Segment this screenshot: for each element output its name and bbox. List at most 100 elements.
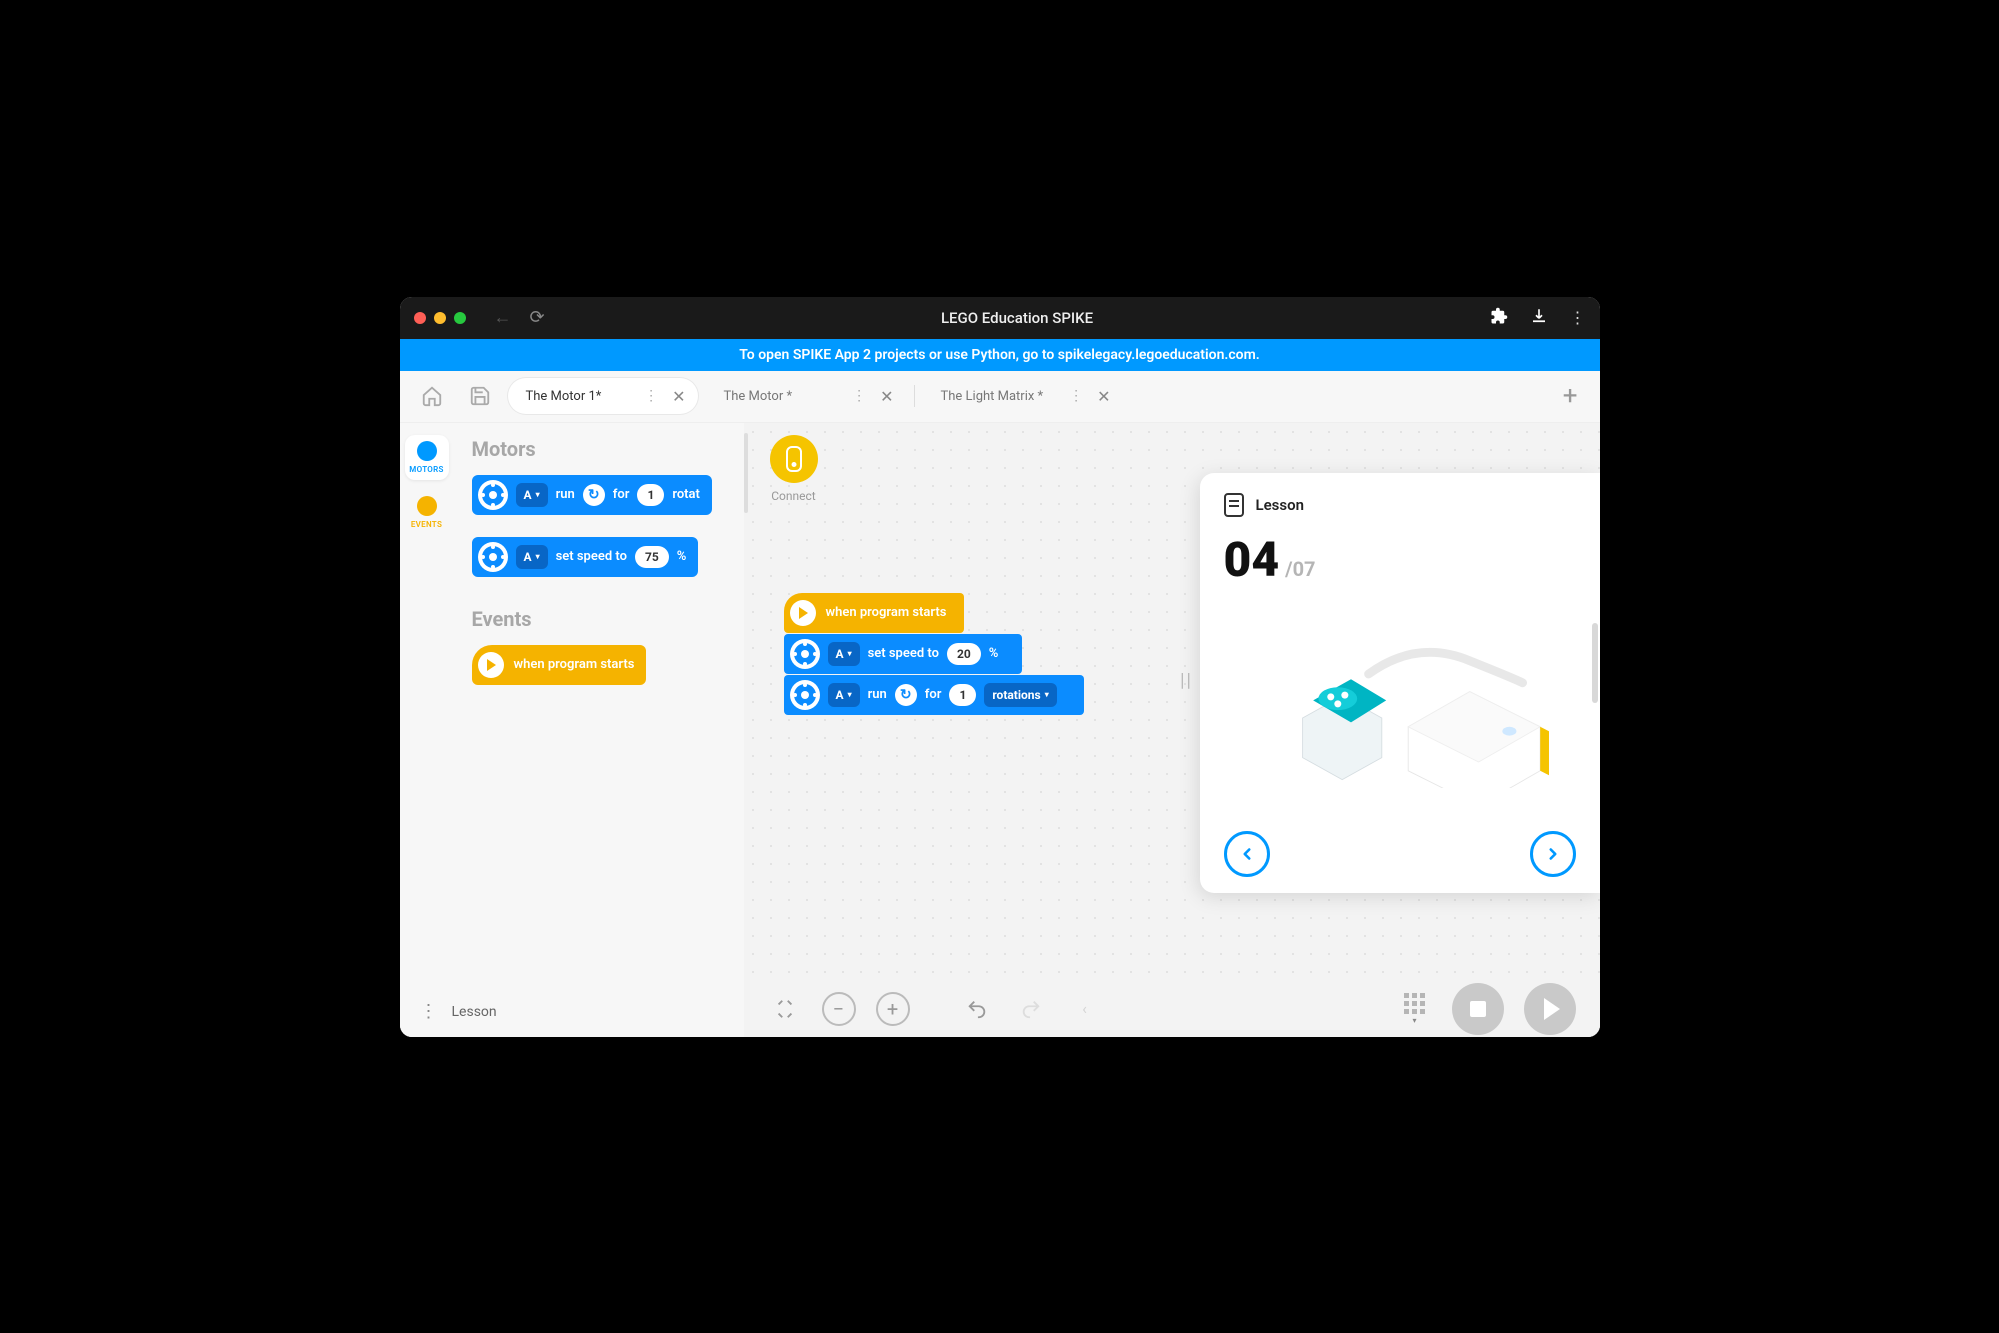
tab-motor-1[interactable]: The Motor 1* ⋮ ✕ <box>508 378 698 414</box>
tab-menu-icon[interactable]: ⋮ <box>852 388 866 404</box>
palette-resize-handle[interactable] <box>744 433 748 513</box>
nav-controls: ← ⟳ <box>494 307 545 328</box>
direction-dropdown[interactable]: ↻ <box>895 684 917 706</box>
zoom-in-button[interactable]: + <box>876 992 910 1026</box>
category-sidebar: MOTORS EVENTS <box>400 423 454 1037</box>
window-controls <box>414 312 466 324</box>
refresh-icon[interactable]: ⟳ <box>530 307 545 328</box>
maximize-window-icon[interactable] <box>454 312 466 324</box>
tab-close-icon[interactable]: ✕ <box>672 387 685 406</box>
direction-dropdown[interactable]: ↻ <box>583 484 605 506</box>
block-motor-speed[interactable]: A▾ set speed to 20 % <box>784 634 1022 674</box>
block-palette: Motors A▾ run ↻ for 1 rotat A▾ set speed… <box>454 423 744 1037</box>
scrollbar[interactable] <box>1592 623 1598 703</box>
run-label: run <box>556 487 575 502</box>
section-title: Events <box>472 607 726 631</box>
tab-separator <box>914 385 915 407</box>
block-motor-run-template[interactable]: A▾ run ↻ for 1 rotat <box>472 475 712 515</box>
port-dropdown[interactable]: A▾ <box>516 545 548 569</box>
canvas-toolbar: − + ‹ ▾ <box>744 981 1600 1037</box>
lesson-footer-label[interactable]: Lesson <box>452 1004 497 1020</box>
stop-button[interactable] <box>1452 983 1504 1035</box>
home-button[interactable] <box>412 376 452 416</box>
play-icon <box>790 600 816 626</box>
speed-label: set speed to <box>556 549 627 564</box>
add-tab-button[interactable]: + <box>1553 381 1588 411</box>
tab-close-icon[interactable]: ✕ <box>880 387 893 406</box>
percent-label: % <box>677 549 687 564</box>
more-menu-icon[interactable]: ⋮ <box>1570 308 1586 327</box>
category-label: MOTORS <box>409 465 443 474</box>
category-motors[interactable]: MOTORS <box>405 435 449 480</box>
speed-input[interactable]: 75 <box>635 546 669 568</box>
script-stack[interactable]: when program starts A▾ set speed to 20 %… <box>784 593 1084 715</box>
port-dropdown[interactable]: A▾ <box>828 642 860 666</box>
lesson-nav <box>1224 831 1576 877</box>
center-view-button[interactable] <box>768 992 802 1026</box>
block-program-start-template[interactable]: when program starts <box>472 645 647 685</box>
titlebar-actions: ⋮ <box>1490 307 1586 329</box>
tab-title: The Light Matrix * <box>941 389 1056 404</box>
unit-label: rotat <box>672 487 700 502</box>
unit-dropdown[interactable]: rotations▾ <box>984 683 1056 707</box>
redo-button <box>1014 992 1048 1026</box>
palette-section-events: Events when program starts <box>472 607 726 691</box>
port-dropdown[interactable]: A▾ <box>828 683 860 707</box>
tab-light-matrix[interactable]: The Light Matrix * ⋮ ✕ <box>923 378 1123 414</box>
save-button[interactable] <box>460 376 500 416</box>
tab-close-icon[interactable]: ✕ <box>1097 387 1110 406</box>
zoom-out-button[interactable]: − <box>822 992 856 1026</box>
block-motor-speed-template[interactable]: A▾ set speed to 75 % <box>472 537 699 577</box>
banner-text: To open SPIKE App 2 projects or use Pyth… <box>739 347 1259 363</box>
lesson-next-button[interactable] <box>1530 831 1576 877</box>
start-label: when program starts <box>826 605 947 620</box>
motor-icon <box>790 639 820 669</box>
canvas[interactable]: Connect when program starts A▾ set speed… <box>744 423 1600 1037</box>
speed-input[interactable]: 20 <box>947 643 981 665</box>
palette-footer: ⋮ Lesson <box>400 987 744 1037</box>
amount-input[interactable]: 1 <box>949 684 976 706</box>
step-total: /07 <box>1285 557 1315 581</box>
download-icon[interactable] <box>1530 307 1548 329</box>
tab-title: The Motor * <box>724 389 839 404</box>
tab-menu-icon[interactable]: ⋮ <box>644 388 658 404</box>
lesson-icon <box>1224 493 1244 517</box>
grid-toggle[interactable]: ▾ <box>1398 992 1432 1026</box>
close-window-icon[interactable] <box>414 312 426 324</box>
lesson-menu-icon[interactable]: ⋮ <box>420 1001 438 1022</box>
lesson-panel-handle[interactable]: || <box>1178 663 1196 699</box>
tab-motor[interactable]: The Motor * ⋮ ✕ <box>706 378 906 414</box>
palette-section-motors: Motors A▾ run ↻ for 1 rotat A▾ set speed… <box>472 437 726 583</box>
lesson-image <box>1224 598 1576 821</box>
motor-icon <box>478 542 508 572</box>
for-label: for <box>613 487 630 502</box>
run-button[interactable] <box>1524 983 1576 1035</box>
minimize-window-icon[interactable] <box>434 312 446 324</box>
tab-title: The Motor 1* <box>526 389 631 404</box>
back-icon[interactable]: ← <box>494 307 512 328</box>
lesson-step-indicator: 04 /07 <box>1224 531 1576 588</box>
amount-input[interactable]: 1 <box>637 484 664 506</box>
undo-button[interactable] <box>960 992 994 1026</box>
percent-label: % <box>989 646 999 661</box>
play-icon <box>478 652 504 678</box>
speed-label: set speed to <box>868 646 939 661</box>
connect-hub: Connect <box>770 435 818 503</box>
motor-icon <box>790 680 820 710</box>
connect-button[interactable] <box>770 435 818 483</box>
block-motor-run[interactable]: A▾ run ↻ for 1 rotations▾ <box>784 675 1084 715</box>
run-label: run <box>868 687 887 702</box>
category-label: EVENTS <box>411 520 442 529</box>
step-current: 04 <box>1224 531 1280 588</box>
category-events[interactable]: EVENTS <box>405 490 449 535</box>
tabs-row: The Motor 1* ⋮ ✕ The Motor * ⋮ ✕ The Lig… <box>400 371 1600 423</box>
legacy-banner: To open SPIKE App 2 projects or use Pyth… <box>400 339 1600 371</box>
tab-menu-icon[interactable]: ⋮ <box>1069 388 1083 404</box>
block-program-start[interactable]: when program starts <box>784 593 964 633</box>
for-label: for <box>925 687 942 702</box>
port-dropdown[interactable]: A▾ <box>516 483 548 507</box>
lesson-prev-button[interactable] <box>1224 831 1270 877</box>
main-body: MOTORS EVENTS Motors A▾ run ↻ for 1 rota… <box>400 423 1600 1037</box>
collapse-button[interactable]: ‹ <box>1068 992 1102 1026</box>
extensions-icon[interactable] <box>1490 307 1508 329</box>
